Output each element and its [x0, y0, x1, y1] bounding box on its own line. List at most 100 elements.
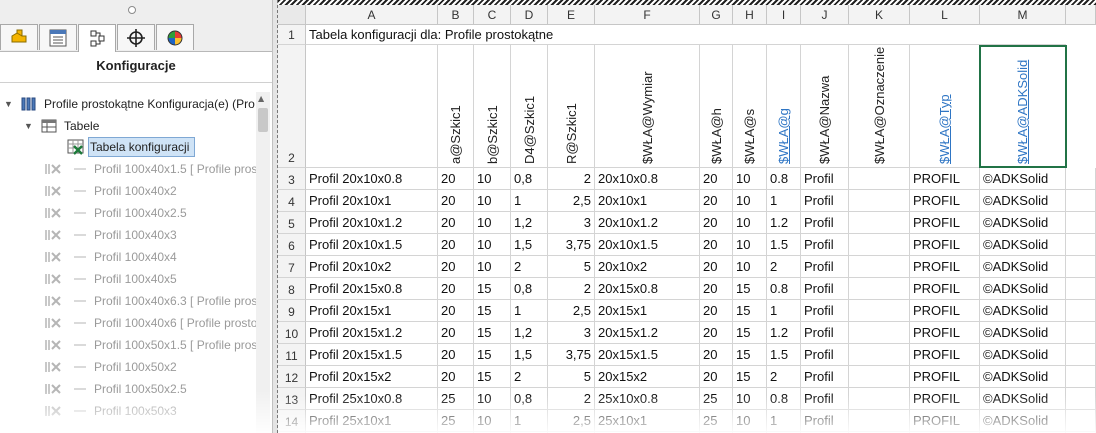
tree-item-configuration[interactable]: Profil 100x50x3: [44, 400, 177, 422]
table-cell[interactable]: 20: [700, 168, 733, 190]
tree-item-configuration[interactable]: Profil 100x50x1.5 [ Profile prost: [44, 334, 261, 356]
expand-arrow-icon[interactable]: ▼: [4, 99, 18, 109]
table-cell[interactable]: 15: [733, 300, 767, 322]
table-cell[interactable]: 0.8: [767, 278, 801, 300]
table-cell[interactable]: [849, 212, 910, 234]
column-header-e[interactable]: E: [548, 5, 595, 25]
table-cell[interactable]: Profil 20x10x1.5: [306, 234, 438, 256]
table-cell[interactable]: 20: [700, 344, 733, 366]
column-header-c[interactable]: C: [474, 5, 511, 25]
parameter-header-cell[interactable]: $WŁA@g: [767, 45, 801, 168]
table-cell[interactable]: 20: [700, 300, 733, 322]
table-cell[interactable]: 20: [700, 212, 733, 234]
row-header[interactable]: 2: [278, 45, 306, 168]
table-cell[interactable]: Profil: [801, 322, 849, 344]
panel-grip-handle[interactable]: [128, 6, 136, 14]
scroll-up-arrow-icon[interactable]: ▲: [258, 94, 264, 103]
table-cell[interactable]: ©ADKSolid: [980, 278, 1066, 300]
table-cell[interactable]: 1,2: [511, 212, 548, 234]
tree-root-configurations[interactable]: ▼ Profile prostokątne Konfiguracja(e) (P…: [4, 93, 255, 115]
table-cell[interactable]: Profil 20x15x0.8: [306, 278, 438, 300]
table-cell[interactable]: 1: [511, 190, 548, 212]
table-cell[interactable]: PROFIL: [910, 410, 980, 432]
tree-node-tables[interactable]: ▼ Tabele: [24, 115, 99, 137]
tab-display-manager[interactable]: [156, 24, 194, 50]
table-cell[interactable]: 10: [474, 168, 511, 190]
row-header[interactable]: 4: [278, 190, 306, 212]
parameter-header-cell[interactable]: a@Szkic1: [438, 45, 474, 168]
table-cell[interactable]: 0,8: [511, 168, 548, 190]
table-cell[interactable]: ©ADKSolid: [980, 388, 1066, 410]
tree-item-configuration[interactable]: Profil 100x40x6.3 [ Profile prost: [44, 290, 261, 312]
table-cell[interactable]: 20x15x2: [595, 366, 700, 388]
table-cell[interactable]: [849, 366, 910, 388]
table-cell[interactable]: PROFIL: [910, 344, 980, 366]
table-cell[interactable]: [849, 256, 910, 278]
table-cell[interactable]: 20: [438, 234, 474, 256]
table-cell[interactable]: 20x15x1.2: [595, 322, 700, 344]
tree-item-design-table[interactable]: Tabela konfiguracji: [66, 136, 189, 158]
table-cell[interactable]: 10: [474, 410, 511, 432]
table-cell[interactable]: Profil: [801, 190, 849, 212]
expand-arrow-icon[interactable]: ▼: [24, 121, 38, 131]
table-cell[interactable]: Profil 20x10x1.2: [306, 212, 438, 234]
table-cell[interactable]: Profil 20x15x2: [306, 366, 438, 388]
table-cell[interactable]: ©ADKSolid: [980, 212, 1066, 234]
table-cell[interactable]: 20x10x1: [595, 190, 700, 212]
table-title-cell[interactable]: Tabela konfiguracji dla: Profile prostok…: [306, 25, 1066, 45]
table-cell[interactable]: ©ADKSolid: [980, 234, 1066, 256]
tree-item-configuration[interactable]: Profil 100x40x3: [44, 224, 177, 246]
table-cell[interactable]: ©ADKSolid: [980, 322, 1066, 344]
table-cell[interactable]: 20x15x1.5: [595, 344, 700, 366]
table-cell[interactable]: 1,5: [511, 344, 548, 366]
table-cell[interactable]: 1: [511, 410, 548, 432]
row-header[interactable]: 14: [278, 410, 306, 432]
table-cell[interactable]: 20: [700, 190, 733, 212]
table-cell[interactable]: 1: [767, 190, 801, 212]
empty-cell[interactable]: [1066, 322, 1096, 344]
table-cell[interactable]: PROFIL: [910, 168, 980, 190]
table-cell[interactable]: PROFIL: [910, 322, 980, 344]
table-cell[interactable]: 5: [548, 366, 595, 388]
column-header-m[interactable]: M: [980, 5, 1066, 25]
table-cell[interactable]: ©ADKSolid: [980, 256, 1066, 278]
table-cell[interactable]: PROFIL: [910, 190, 980, 212]
table-cell[interactable]: [849, 278, 910, 300]
table-cell[interactable]: 10: [474, 234, 511, 256]
table-cell[interactable]: [849, 388, 910, 410]
table-cell[interactable]: 10: [733, 212, 767, 234]
column-header-g[interactable]: G: [700, 5, 733, 25]
table-cell[interactable]: ©ADKSolid: [980, 344, 1066, 366]
table-cell[interactable]: Profil 20x15x1.5: [306, 344, 438, 366]
table-cell[interactable]: Profil 20x10x2: [306, 256, 438, 278]
row-header[interactable]: 10: [278, 322, 306, 344]
tree-item-configuration[interactable]: Profil 100x50x2.5: [44, 378, 187, 400]
table-cell[interactable]: ©ADKSolid: [980, 410, 1066, 432]
tab-dimxpert-manager[interactable]: [117, 24, 155, 50]
table-cell[interactable]: 25x10x0.8: [595, 388, 700, 410]
table-cell[interactable]: Profil: [801, 256, 849, 278]
table-cell[interactable]: Profil: [801, 234, 849, 256]
table-cell[interactable]: 20x10x1.2: [595, 212, 700, 234]
table-cell[interactable]: [849, 190, 910, 212]
table-cell[interactable]: 2: [767, 256, 801, 278]
table-cell[interactable]: 1.5: [767, 344, 801, 366]
panel-grip-bar[interactable]: [0, 0, 272, 22]
tree-item-configuration[interactable]: Profil 100x40x4: [44, 246, 177, 268]
table-cell[interactable]: PROFIL: [910, 366, 980, 388]
table-cell[interactable]: 15: [474, 366, 511, 388]
table-cell[interactable]: Profil: [801, 212, 849, 234]
table-cell[interactable]: ©ADKSolid: [980, 190, 1066, 212]
empty-cell[interactable]: [1066, 256, 1096, 278]
table-cell[interactable]: 2: [511, 366, 548, 388]
row-header[interactable]: 8: [278, 278, 306, 300]
table-cell[interactable]: 3: [548, 212, 595, 234]
table-cell[interactable]: Profil 25x10x1: [306, 410, 438, 432]
table-cell[interactable]: PROFIL: [910, 278, 980, 300]
tab-property-manager[interactable]: [39, 24, 77, 50]
parameter-header-cell[interactable]: b@Szkic1: [474, 45, 511, 168]
row-header[interactable]: 12: [278, 366, 306, 388]
table-cell[interactable]: 20x10x2: [595, 256, 700, 278]
panel-scrollbar-thumb[interactable]: [258, 108, 268, 132]
table-cell[interactable]: 1: [511, 300, 548, 322]
